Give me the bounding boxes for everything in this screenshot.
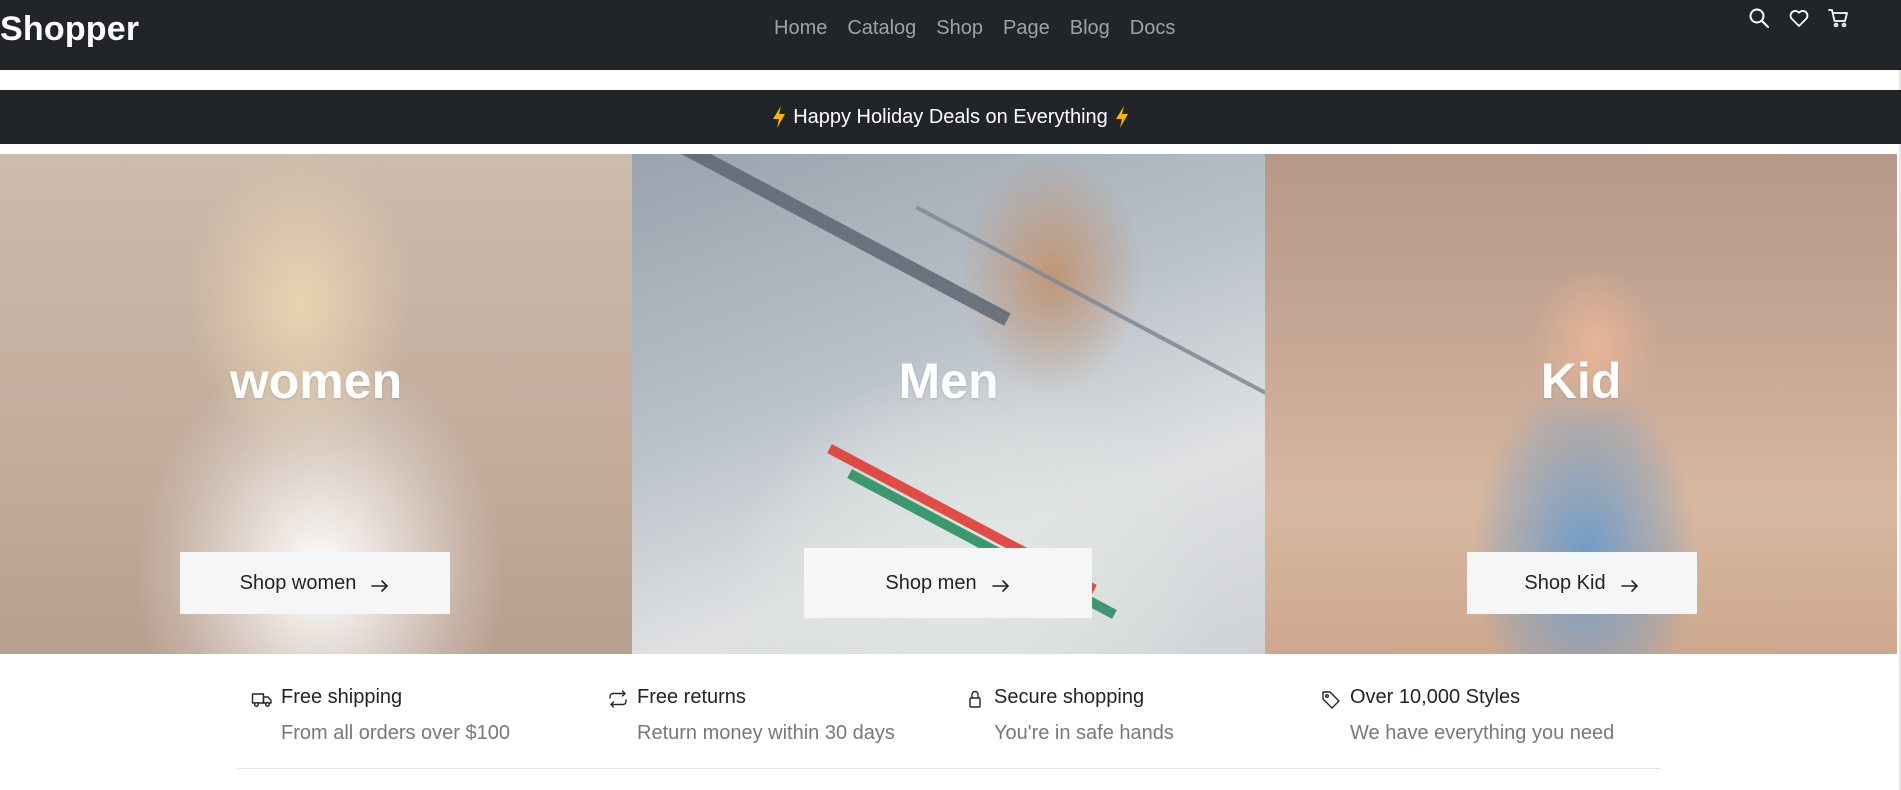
nav-links: Home Catalog Shop Page Blog Docs — [764, 16, 1185, 40]
promo-banner: Happy Holiday Deals on Everything — [0, 90, 1901, 144]
feature-subtitle: Return money within 30 days — [637, 722, 895, 744]
shop-kid-button[interactable]: Shop Kid — [1467, 552, 1697, 614]
navbar: Shopper Home Catalog Shop Page Blog Docs — [0, 0, 1901, 70]
cart-icon[interactable] — [1827, 6, 1851, 30]
feature-item: Free returns Return money within 30 days — [609, 686, 895, 744]
tag-icon — [1320, 688, 1342, 710]
category-title: Men — [898, 353, 999, 409]
feature-item: Over 10,000 Styles We have everything yo… — [1322, 686, 1615, 744]
lock-icon — [964, 688, 986, 710]
category-title: Kid — [1540, 353, 1622, 409]
feature-title: Secure shopping — [994, 686, 1145, 708]
nav-link-catalog[interactable]: Catalog — [837, 16, 926, 40]
truck-icon — [251, 688, 273, 710]
feature-title: Free returns — [637, 686, 746, 708]
repeat-icon — [607, 688, 629, 710]
lightning-icon — [1114, 105, 1130, 129]
feature-title: Over 10,000 Styles — [1350, 686, 1521, 708]
feature-subtitle: You're in safe hands — [994, 722, 1174, 744]
category-panel-kid[interactable]: Kid Shop Kid — [1265, 154, 1897, 654]
button-label: Shop men — [885, 571, 977, 594]
feature-title: Free shipping — [281, 686, 403, 708]
button-label: Shop Kid — [1524, 571, 1606, 594]
nav-link-docs[interactable]: Docs — [1120, 16, 1186, 40]
category-panel-men[interactable]: Men Shop men — [632, 154, 1265, 654]
decor-stripe — [633, 154, 1011, 326]
category-title: women — [229, 353, 403, 409]
nav-link-blog[interactable]: Blog — [1060, 16, 1120, 40]
heart-icon[interactable] — [1787, 6, 1811, 30]
feature-subtitle: We have everything you need — [1350, 722, 1615, 744]
category-panel-women[interactable]: women Shop women — [0, 154, 632, 654]
arrow-right-icon — [370, 576, 390, 592]
arrow-right-icon — [991, 576, 1011, 592]
category-hero: women Shop women Men Shop men Kid Shop K… — [0, 154, 1897, 654]
search-icon[interactable] — [1747, 6, 1771, 30]
button-label: Shop women — [239, 571, 357, 594]
shop-men-button[interactable]: Shop men — [804, 548, 1092, 618]
feature-item: Free shipping From all orders over $100 — [251, 686, 510, 744]
nav-link-home[interactable]: Home — [764, 16, 837, 40]
lightning-icon — [771, 105, 787, 129]
shop-women-button[interactable]: Shop women — [180, 552, 450, 614]
promo-text: Happy Holiday Deals on Everything — [793, 105, 1108, 128]
features-divider — [236, 768, 1661, 769]
features-row: Free shipping From all orders over $100 … — [0, 686, 1901, 766]
arrow-right-icon — [1620, 576, 1640, 592]
nav-link-page[interactable]: Page — [993, 16, 1060, 40]
nav-link-shop[interactable]: Shop — [926, 16, 993, 40]
feature-subtitle: From all orders over $100 — [281, 722, 510, 744]
feature-item: Secure shopping You're in safe hands — [969, 686, 1174, 744]
nav-icons — [1747, 6, 1851, 30]
brand-logo[interactable]: Shopper — [0, 10, 139, 49]
